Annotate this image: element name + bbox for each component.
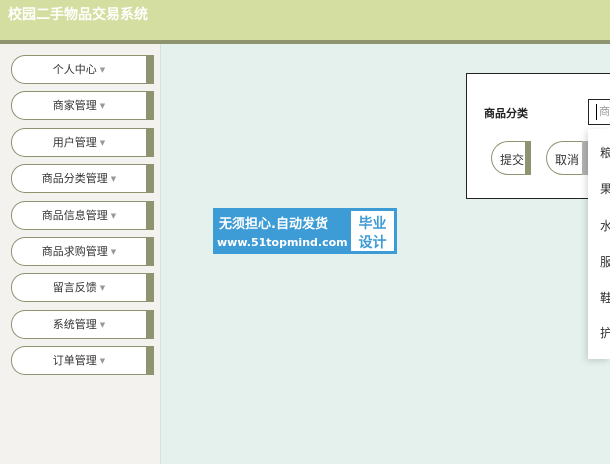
category-dropdown-menu: 粮 果 水 服 鞋 护 bbox=[588, 129, 610, 359]
dropdown-option[interactable]: 粮 bbox=[588, 135, 610, 171]
sidebar-item-accent-bar bbox=[146, 201, 154, 230]
sidebar-item-feedback[interactable]: 留言反馈 ▼ bbox=[11, 273, 154, 302]
chevron-down-icon: ▼ bbox=[99, 356, 106, 365]
submit-button-accent-bar bbox=[525, 141, 531, 175]
sidebar-item-label: 商品求购管理 bbox=[41, 245, 108, 258]
submit-button[interactable]: 提交 bbox=[491, 141, 531, 175]
sidebar-item-accent-bar bbox=[146, 273, 154, 302]
sidebar-item-order-management[interactable]: 订单管理 ▼ bbox=[11, 346, 154, 375]
category-input[interactable]: 商 bbox=[588, 99, 610, 125]
sidebar-item-label: 用户管理 bbox=[52, 136, 97, 149]
sidebar: 个人中心 ▼ 商家管理 ▼ 用户管理 ▼ 商品分类管理 ▼ 商品信息管理 ▼ 商品求购管理… bbox=[0, 44, 161, 464]
submit-button-label: 提交 bbox=[500, 153, 525, 167]
sidebar-item-label: 个人中心 bbox=[52, 63, 97, 76]
chevron-down-icon: ▼ bbox=[99, 320, 106, 329]
dropdown-option[interactable]: 鞋 bbox=[588, 280, 610, 316]
sidebar-item-label: 系统管理 bbox=[52, 318, 97, 331]
dropdown-option[interactable]: 护 bbox=[588, 315, 610, 351]
dropdown-option[interactable]: 服 bbox=[588, 244, 610, 280]
chevron-down-icon: ▼ bbox=[99, 101, 106, 110]
watermark-badge: 毕业 设计 bbox=[351, 211, 394, 251]
text-cursor bbox=[596, 104, 597, 120]
sidebar-item-accent-bar bbox=[146, 91, 154, 120]
sidebar-item-accent-bar bbox=[146, 55, 154, 84]
chevron-down-icon: ▼ bbox=[110, 174, 117, 183]
category-field-label: 商品分类 bbox=[484, 107, 528, 120]
sidebar-item-label: 商品分类管理 bbox=[41, 172, 108, 185]
sidebar-item-user-management[interactable]: 用户管理 ▼ bbox=[11, 128, 154, 157]
cancel-button[interactable]: 取消 bbox=[546, 141, 588, 175]
chevron-down-icon: ▼ bbox=[110, 211, 117, 220]
chevron-down-icon: ▼ bbox=[99, 65, 106, 74]
cancel-button-label: 取消 bbox=[555, 153, 580, 167]
watermark-badge-line2: 设计 bbox=[358, 235, 387, 251]
watermark-url: www.51topmind.com bbox=[217, 236, 348, 249]
chevron-down-icon: ▼ bbox=[99, 283, 106, 292]
watermark-banner: 无须担心.自动发货 www.51topmind.com 毕业 设计 bbox=[213, 208, 397, 254]
sidebar-item-label: 商家管理 bbox=[52, 99, 97, 112]
chevron-down-icon: ▼ bbox=[99, 138, 106, 147]
watermark-badge-line1: 毕业 bbox=[358, 216, 387, 232]
sidebar-item-label: 留言反馈 bbox=[52, 281, 97, 294]
sidebar-item-category-management[interactable]: 商品分类管理 ▼ bbox=[11, 164, 154, 193]
sidebar-item-merchant-management[interactable]: 商家管理 ▼ bbox=[11, 91, 154, 120]
sidebar-item-system-management[interactable]: 系统管理 ▼ bbox=[11, 310, 154, 339]
watermark-text-block: 无须担心.自动发货 www.51topmind.com bbox=[213, 208, 349, 254]
chevron-down-icon: ▼ bbox=[110, 247, 117, 256]
sidebar-item-label: 订单管理 bbox=[52, 354, 97, 367]
sidebar-item-label: 商品信息管理 bbox=[41, 209, 108, 222]
sidebar-item-purchase-request-management[interactable]: 商品求购管理 ▼ bbox=[11, 237, 154, 266]
sidebar-item-accent-bar bbox=[146, 128, 154, 157]
sidebar-item-accent-bar bbox=[146, 237, 154, 266]
dropdown-option[interactable]: 果 bbox=[588, 171, 610, 207]
sidebar-item-product-info-management[interactable]: 商品信息管理 ▼ bbox=[11, 201, 154, 230]
top-header: 校园二手物品交易系统 bbox=[0, 0, 610, 40]
sidebar-item-personal-center[interactable]: 个人中心 ▼ bbox=[11, 55, 154, 84]
sidebar-item-accent-bar bbox=[146, 346, 154, 375]
watermark-slogan: 无须担心.自动发货 bbox=[219, 217, 328, 232]
sidebar-item-accent-bar bbox=[146, 164, 154, 193]
app-title: 校园二手物品交易系统 bbox=[8, 7, 148, 23]
dropdown-option[interactable]: 水 bbox=[588, 208, 610, 244]
sidebar-item-accent-bar bbox=[146, 310, 154, 339]
